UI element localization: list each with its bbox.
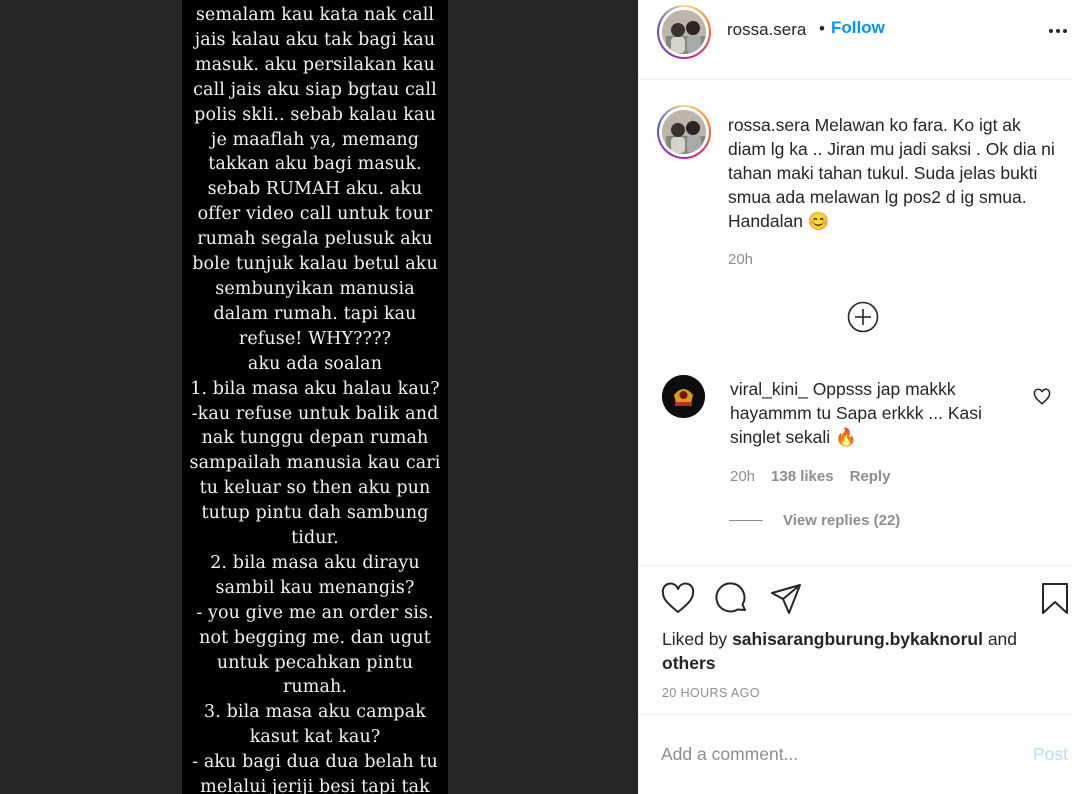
comment-form: Post — [639, 714, 1072, 794]
liked-by: Liked by sahisarangburung.bykaknorul and… — [662, 627, 1052, 675]
story-line: offer video call untuk tour — [197, 204, 433, 225]
heart-icon[interactable] — [661, 582, 695, 616]
story-line: call jais aku siap bgtau call — [193, 79, 437, 100]
follow-button[interactable]: Follow — [831, 18, 885, 38]
view-replies-label: View replies (22) — [783, 512, 901, 529]
story-line: - you give me an order sis. — [196, 602, 434, 623]
story-line: sambil kau menangis? — [215, 577, 415, 598]
commenter-avatar[interactable] — [662, 375, 705, 418]
caption-username[interactable]: rossa.sera — [728, 115, 810, 135]
story-line: sebab RUMAH aku. aku — [207, 179, 423, 200]
story-line: rumah segala pelusuk aku — [197, 229, 433, 250]
post-caption: rossa.sera Melawan ko fara. Ko igt ak di… — [728, 113, 1058, 233]
liked-by-prefix: Liked by — [662, 629, 728, 649]
liked-by-others[interactable]: others — [662, 653, 715, 673]
send-icon[interactable] — [769, 582, 803, 616]
actions-divider — [639, 565, 1072, 566]
post-timestamp[interactable]: 20 HOURS AGO — [662, 686, 760, 700]
story-line: semalam kau kata nak call — [195, 5, 435, 25]
more-options-icon[interactable] — [1049, 27, 1069, 35]
story-line: not begging me. dan ugut — [199, 627, 431, 648]
view-replies-button[interactable]: View replies (22) — [729, 512, 900, 529]
story-line: sembunyikan manusia — [215, 278, 415, 299]
post-comment-button[interactable]: Post — [1033, 744, 1068, 765]
story-line: kasut kat kau? — [249, 727, 381, 748]
story-line: 2. bila masa aku dirayu — [210, 552, 420, 573]
comment: viral_kini_ Oppsss jap makkk hayammm tu … — [730, 377, 1030, 449]
story-line: aku ada soalan — [247, 353, 383, 374]
comment-timestamp[interactable]: 20h — [730, 468, 755, 485]
story-line: rumah. — [282, 677, 348, 698]
commenter-username[interactable]: viral_kini_ — [730, 379, 808, 399]
story-line: untuk pecahkan pintu — [216, 652, 414, 673]
story-line: dalam rumah. tapi kau — [213, 303, 417, 324]
story-line: melalui jeriji besi tapi tak — [200, 777, 430, 794]
bookmark-icon[interactable] — [1038, 582, 1072, 616]
caption-author-avatar[interactable] — [657, 105, 711, 159]
story-line: - aku bagi dua dua belah tu — [192, 752, 438, 773]
story-line: 1. bila masa aku halau kau? — [190, 378, 440, 399]
story-line: sampailah manusia kau cari — [189, 453, 441, 474]
comment-icon[interactable] — [715, 582, 749, 616]
story-line: 3. bila masa aku campak — [204, 702, 426, 723]
caption-timestamp[interactable]: 20h — [728, 251, 753, 268]
story-line: tidur. — [291, 528, 339, 549]
story-line: takkan aku bagi masuk. — [208, 154, 422, 175]
plus-circle-icon[interactable] — [847, 301, 879, 333]
story-line: je maaflah ya, memang — [210, 129, 420, 150]
story-line: jais kalau aku tak bagi kau — [194, 29, 436, 50]
liked-by-user[interactable]: sahisarangburung.bykaknorul — [732, 629, 983, 649]
comment-input[interactable] — [661, 741, 1001, 767]
story-line: nak tunggu depan rumah — [201, 428, 429, 449]
comment-heart-icon[interactable] — [1033, 388, 1051, 406]
reply-button[interactable]: Reply — [850, 468, 891, 485]
comment-meta: 20h 138 likes Reply — [730, 468, 890, 485]
view-replies-line — [729, 520, 763, 521]
post-header: rossa.sera • Follow — [639, 0, 1072, 80]
story-image: semalam kau kata nak call jais kalau aku … — [182, 0, 448, 794]
story-line: tu keluar so then aku pun — [199, 478, 431, 499]
author-username[interactable]: rossa.sera — [727, 20, 806, 40]
post-details-panel: rossa.sera • Follow rossa.sera Melawan k… — [638, 0, 1072, 794]
story-line: masuk. aku persilakan kau — [194, 54, 436, 75]
story-text: semalam kau kata nak call jais kalau aku … — [182, 3, 448, 794]
story-line: tutup pintu dah sambung — [201, 503, 429, 524]
story-line: bole tunjuk kalau betul aku — [192, 254, 438, 275]
story-line: polis skli.. sebab kalau kau — [194, 104, 436, 125]
liked-by-and: and — [987, 629, 1018, 649]
header-separator: • — [819, 19, 825, 38]
author-avatar[interactable] — [657, 5, 711, 59]
story-line: refuse! WHY???? — [238, 328, 392, 349]
comment-likes[interactable]: 138 likes — [771, 468, 834, 485]
post-media: semalam kau kata nak call jais kalau aku … — [0, 0, 638, 794]
story-line: -kau refuse untuk balik and — [191, 403, 439, 424]
